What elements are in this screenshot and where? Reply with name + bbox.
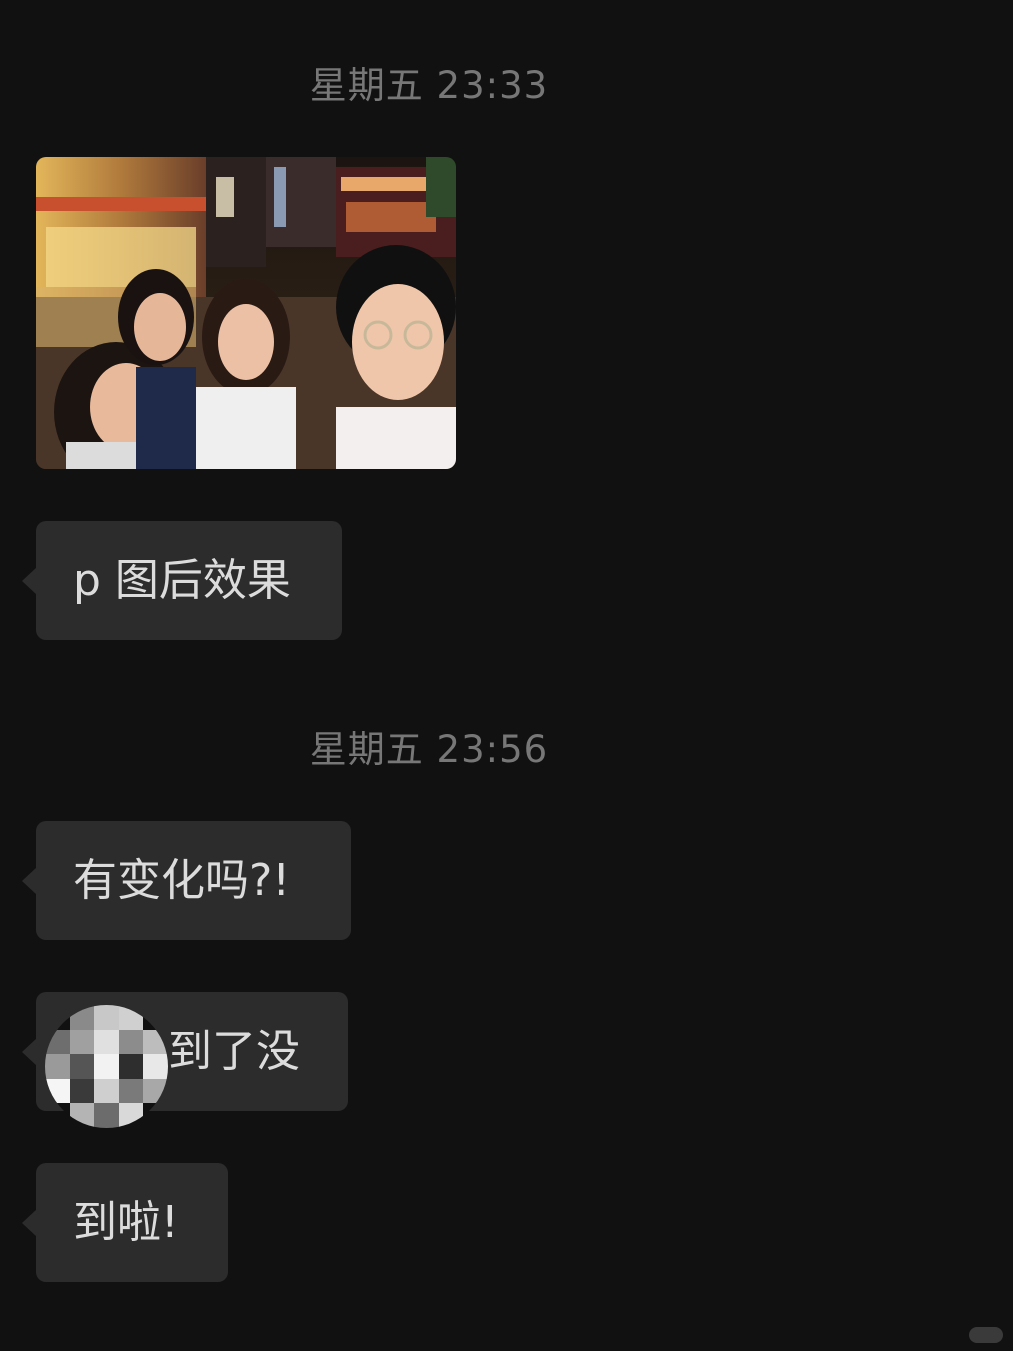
watermark-logo [969, 1327, 1003, 1343]
mosaic-cell [94, 1054, 119, 1079]
mosaic-cell [69, 1103, 95, 1128]
mosaic-cell [45, 1054, 70, 1079]
mosaic-cell [69, 1054, 95, 1079]
pixelated-avatar [45, 1005, 168, 1128]
shared-photo[interactable] [36, 157, 456, 469]
message-text: 有变化吗?! [73, 855, 290, 906]
timestamp: 星期五 23:56 [309, 728, 549, 771]
timestamp: 星期五 23:33 [309, 64, 549, 107]
mosaic-cell [94, 1103, 119, 1128]
message-bubble[interactable]: 到啦! [22, 1163, 228, 1282]
mosaic-cell [118, 1054, 144, 1079]
mosaic-cell [94, 1005, 119, 1030]
photo-illustration [36, 157, 456, 469]
mosaic-cell [118, 1078, 144, 1104]
mosaic-cell [118, 1029, 144, 1055]
mosaic-cell [143, 1054, 168, 1079]
message-text: p 图后效果 [73, 555, 291, 606]
message-bubble[interactable]: 有变化吗?! [22, 821, 351, 940]
message-bubble[interactable]: p 图后效果 [22, 521, 342, 640]
mosaic-cell [69, 1078, 95, 1104]
mosaic-cell [94, 1078, 119, 1104]
mosaic-cell [94, 1029, 119, 1055]
mosaic-cell [118, 1103, 144, 1128]
mosaic-cell [69, 1029, 95, 1055]
message-text: 到啦! [73, 1197, 179, 1248]
